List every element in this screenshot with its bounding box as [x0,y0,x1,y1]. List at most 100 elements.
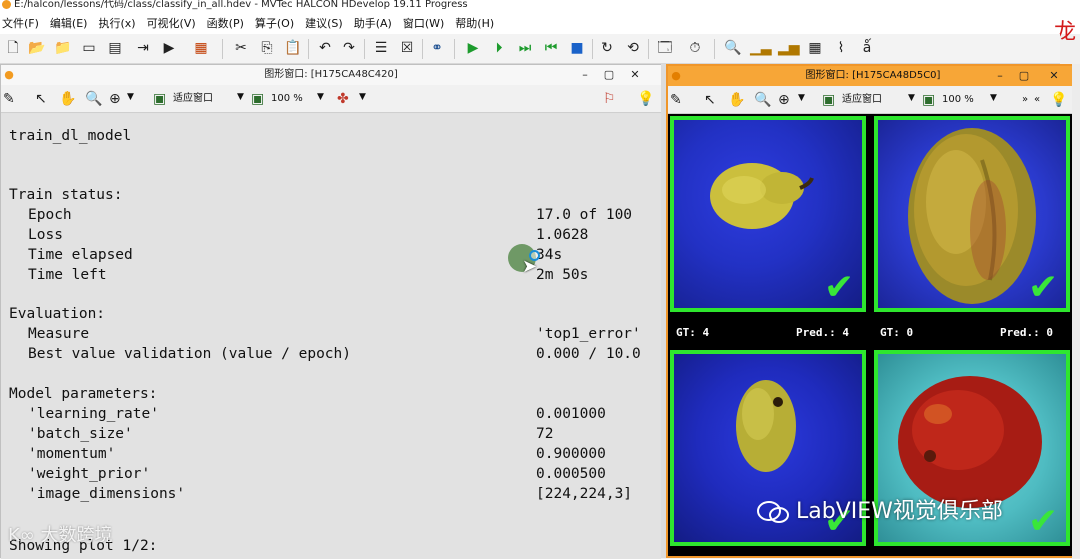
run-export-icon[interactable]: ▶ [160,39,178,57]
minimize-icon[interactable]: – [577,67,593,83]
zoom-icon[interactable]: ⊕ [109,90,121,108]
status-value: 1.0628 [536,227,589,243]
main-toolbar: 🗋 📂 📁 ▭ ▤ ⇥ ▶ ▦ ✂ ⎘ 📋 ↶ ↷ ☰ ☒ ⚭ ▶ ⏵ ⏭ ⏮ … [0,34,1060,64]
lightbulb-icon[interactable]: 💡 [1050,91,1067,109]
lightbulb-icon[interactable]: 💡 [637,90,654,108]
zoom-level-icon[interactable]: ▣ [251,90,264,108]
menu-file[interactable]: 文件(F) [2,17,39,30]
halcon-window-icon: ● [4,68,14,81]
param-name: 'batch_size' [28,426,133,442]
toolbar-back-icon[interactable]: « [1034,93,1040,107]
chevron-down-icon[interactable]: ▼ [359,92,366,102]
reset-program-icon[interactable]: ↻ [598,39,616,57]
zoom-level-label[interactable]: 100 % [271,92,303,106]
line-profile-icon[interactable]: ▂▅ [778,39,800,57]
sample-image-cell[interactable]: ✔ [874,116,1070,312]
maximize-icon[interactable]: ▢ [601,67,617,83]
open-example-icon[interactable]: 📁 [54,39,72,57]
menu-suggestions[interactable]: 建议(S) [305,17,343,30]
chevron-down-icon[interactable]: ▼ [237,92,244,102]
pointer-icon[interactable]: ↖ [704,91,716,109]
fit-window-label[interactable]: 适应窗口 [842,93,882,107]
menu-assistants[interactable]: 助手(A) [354,17,392,30]
properties-icon[interactable]: ▦ [192,39,210,57]
undo-icon[interactable]: ↶ [316,39,334,57]
settings-brush-icon[interactable]: ✎ [670,91,682,109]
fit-window-label[interactable]: 适应窗口 [173,92,213,106]
toolbar-separator [714,39,715,59]
param-value: [224,224,3] [536,486,633,502]
close-icon[interactable]: ✕ [627,67,643,83]
activate-icon[interactable]: ☰ [372,39,390,57]
feature-inspection-icon[interactable]: ⌇ [832,39,850,57]
status-label: Loss [28,227,63,243]
stop-icon[interactable]: ■ [568,39,586,57]
menu-operators[interactable]: 算子(O) [255,17,294,30]
magnify-icon[interactable]: 🔍 [85,90,102,108]
window-title: 图形窗口: [H175CA48D5C0] [805,70,941,81]
menu-procedures[interactable]: 函数(P) [207,17,244,30]
pointer-icon[interactable]: ↖ [35,90,47,108]
open-file-icon[interactable]: 📂 [28,39,46,57]
new-file-icon[interactable]: 🗋 [4,39,22,57]
chevron-down-icon[interactable]: ▼ [798,93,805,103]
menu-execute[interactable]: 执行(x) [98,17,135,30]
step-over-icon[interactable]: ⏵ [490,39,508,57]
close-icon[interactable]: ✕ [1046,68,1062,84]
param-name: 'weight_prior' [28,466,151,482]
fit-window-icon[interactable]: ▣ [822,91,835,109]
redo-icon[interactable]: ↷ [340,39,358,57]
copy-icon[interactable]: ⎘ [258,39,276,57]
magnify-icon[interactable]: 🔍 [754,91,771,109]
pan-hand-icon[interactable]: ✋ [59,90,76,108]
menu-window[interactable]: 窗口(W) [403,17,444,30]
logo-mark-icon: K∞ [8,525,35,546]
paste-icon[interactable]: 📋 [284,39,302,57]
window-title-bar: ● 图形窗口: [H175CA48C420] – ▢ ✕ [1,65,661,85]
pan-hand-icon[interactable]: ✋ [728,91,745,109]
settings-brush-icon[interactable]: ✎ [3,90,15,108]
menu-visualize[interactable]: 可视化(V) [147,17,196,30]
pin-icon[interactable]: ⚐ [603,90,616,108]
gray-histogram-icon[interactable]: ▁▃ [750,39,772,57]
zoom-window-icon[interactable]: 🔍 [724,39,742,57]
zoom-level-label[interactable]: 100 % [942,93,974,107]
video-logo-overlay: K∞ 大数跨境 [8,521,113,547]
correct-check-icon: ✔ [1028,267,1059,308]
watermark-text: LabVIEW视觉俱乐部 [796,499,1003,524]
chevron-down-icon[interactable]: ▼ [908,93,915,103]
save-icon[interactable]: ▭ [80,39,98,57]
find-icon[interactable]: ⚭ [428,39,446,57]
run-icon[interactable]: ▶ [464,39,482,57]
zoom-level-icon[interactable]: ▣ [922,91,935,109]
chevron-down-icon[interactable]: ▼ [990,93,997,103]
param-name: 'image_dimensions' [28,486,186,502]
minimize-icon[interactable]: – [992,68,1008,84]
wechat-icon [757,501,789,523]
chevron-down-icon[interactable]: ▼ [317,92,324,102]
cut-icon[interactable]: ✂ [232,39,250,57]
feature-histogram-icon[interactable]: ▦ [806,39,824,57]
menu-help[interactable]: 帮助(H) [455,17,494,30]
zoom-icon[interactable]: ⊕ [778,91,790,109]
maximize-icon[interactable]: ▢ [1016,68,1032,84]
menu-edit[interactable]: 编辑(E) [50,17,88,30]
reset-icon[interactable]: ⟲ [624,39,642,57]
color-palette-icon[interactable]: ✤ [337,90,349,108]
fit-window-icon[interactable]: ▣ [153,90,166,108]
chevron-down-icon[interactable]: ▼ [127,92,134,102]
deactivate-icon[interactable]: ☒ [398,39,416,57]
step-out-icon[interactable]: ⏮ [542,39,560,57]
param-value: 0.900000 [536,446,606,462]
step-into-icon[interactable]: ⏭ [516,39,534,57]
ocr-icon[interactable]: ǻ [858,39,876,57]
toolbar-overflow-icon[interactable]: » [1022,93,1028,107]
graphics-output-text: train_dl_model Train status: Epoch 17.0 … [1,114,661,559]
status-label: Time elapsed [28,247,133,263]
export-icon[interactable]: ⇥ [134,39,152,57]
save-all-icon[interactable]: ▤ [106,39,124,57]
sample-image-cell[interactable]: ✔ [670,116,866,312]
open-graphics-window-icon[interactable]: 🗔 [656,39,674,57]
profiler-icon[interactable]: ⏱ [686,39,704,57]
status-label: Epoch [28,207,72,223]
